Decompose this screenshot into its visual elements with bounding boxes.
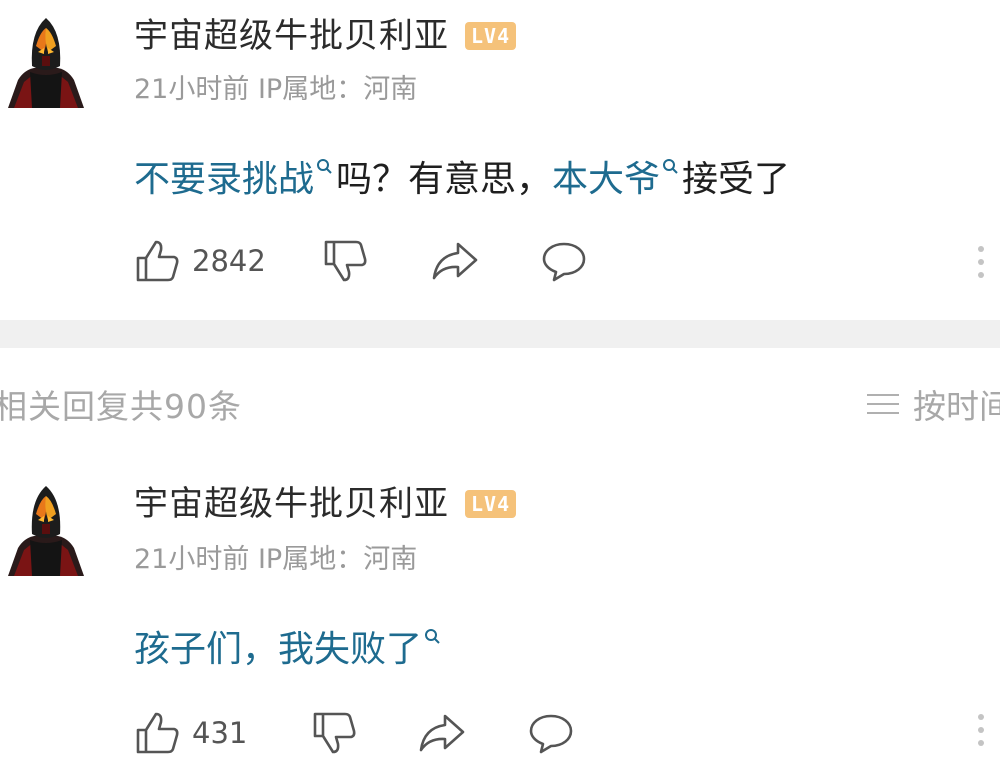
more-icon[interactable] <box>976 246 986 285</box>
comment-text-segment: 接受了 <box>682 159 791 200</box>
sort-icon <box>867 387 899 421</box>
avatar[interactable] <box>4 480 88 578</box>
comment-card: 宇宙超级牛批贝利亚 LV4 21小时前 IP属地：河南 不要录挑战 吗？有意思，本… <box>0 0 1000 318</box>
thumb-down-icon <box>314 712 356 754</box>
reply-button[interactable] <box>540 238 588 284</box>
comment-actions: 2842 <box>134 238 588 284</box>
sort-label: 按时间 <box>913 387 1000 426</box>
ip-location: IP属地：河南 <box>257 544 418 575</box>
comment-icon <box>530 714 573 754</box>
share-button[interactable] <box>417 710 467 756</box>
level-badge: LV4 <box>465 22 517 50</box>
comment-time: 21小时前 <box>134 74 250 105</box>
replies-header: 相关回复共90条 按时间 <box>0 372 1000 432</box>
reply-button[interactable] <box>527 710 575 756</box>
dislike-button[interactable] <box>322 238 368 284</box>
thumb-up-icon <box>136 240 179 282</box>
search-keyword-link[interactable]: 孩子们，我失败了 <box>134 629 422 670</box>
search-icon[interactable] <box>422 626 444 656</box>
comment-time: 21小时前 <box>134 544 250 575</box>
share-button[interactable] <box>430 238 480 284</box>
like-count: 431 <box>192 716 248 750</box>
search-keyword-link[interactable]: 不要录挑战 <box>134 159 314 200</box>
share-icon <box>420 714 465 752</box>
comment-text-segment: 吗？有意思， <box>336 159 553 200</box>
avatar[interactable] <box>4 12 88 110</box>
comment-actions: 431 <box>134 710 575 756</box>
thumb-down-icon <box>324 240 367 282</box>
comment-meta: 21小时前 IP属地：河南 <box>134 542 417 578</box>
reply-card: 宇宙超级牛批贝利亚 LV4 21小时前 IP属地：河南 孩子们，我失败了 431 <box>0 470 1000 757</box>
comment-icon <box>542 242 586 282</box>
username[interactable]: 宇宙超级牛批贝利亚 <box>134 14 449 58</box>
sort-button[interactable]: 按时间 <box>867 380 1000 428</box>
replies-count-label: 相关回复共90条 <box>0 387 242 426</box>
level-badge: LV4 <box>465 490 517 518</box>
like-count: 2842 <box>192 244 266 278</box>
comment-meta: 21小时前 IP属地：河南 <box>134 72 417 108</box>
search-keyword-link[interactable]: 本大爷 <box>552 159 660 200</box>
search-icon[interactable] <box>314 156 336 186</box>
user-info-row: 宇宙超级牛批贝利亚 LV4 <box>134 14 517 58</box>
share-icon <box>432 242 478 280</box>
like-button[interactable]: 431 <box>134 710 247 756</box>
user-info-row: 宇宙超级牛批贝利亚 LV4 <box>134 482 517 526</box>
dislike-button[interactable] <box>311 710 357 756</box>
ip-location: IP属地：河南 <box>257 74 418 105</box>
more-icon[interactable] <box>976 714 986 753</box>
username[interactable]: 宇宙超级牛批贝利亚 <box>134 482 449 526</box>
search-icon[interactable] <box>660 156 682 186</box>
comment-text: 不要录挑战 吗？有意思，本大爷 接受了 <box>134 156 790 204</box>
comment-text: 孩子们，我失败了 <box>134 626 444 674</box>
section-divider <box>0 320 1000 348</box>
thumb-up-icon <box>136 712 179 754</box>
like-button[interactable]: 2842 <box>134 238 266 284</box>
